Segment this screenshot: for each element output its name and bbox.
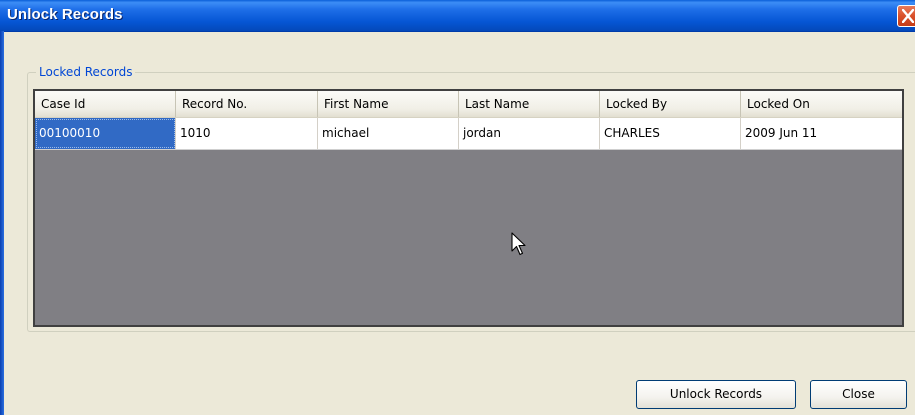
cell-locked-by[interactable]: CHARLES [600, 118, 741, 149]
unlock-records-button[interactable]: Unlock Records [636, 380, 796, 409]
unlock-records-dialog: Unlock Records Locked Records Case Id Re… [0, 0, 915, 415]
mouse-pointer-icon [511, 232, 526, 256]
close-button[interactable]: Close [810, 380, 907, 409]
table-row[interactable]: 00100010 1010 michael jordan CHARLES 200… [35, 118, 902, 150]
grid-header: Case Id Record No. First Name Last Name … [35, 91, 902, 118]
column-header-first-name[interactable]: First Name [318, 91, 459, 117]
column-header-last-name[interactable]: Last Name [459, 91, 600, 117]
cell-locked-on[interactable]: 2009 Jun 11 [741, 118, 902, 149]
window-close-button[interactable] [897, 5, 915, 27]
window-frame-left [0, 31, 4, 415]
cell-first-name[interactable]: michael [318, 118, 459, 149]
cell-record-no[interactable]: 1010 [176, 118, 318, 149]
column-header-locked-by[interactable]: Locked By [600, 91, 741, 117]
cell-last-name[interactable]: jordan [459, 118, 600, 149]
locked-records-grid[interactable]: Case Id Record No. First Name Last Name … [33, 89, 904, 327]
cell-case-id[interactable]: 00100010 [35, 118, 176, 149]
column-header-record-no[interactable]: Record No. [176, 91, 318, 117]
column-header-locked-on[interactable]: Locked On [741, 91, 902, 117]
group-label: Locked Records [36, 64, 136, 80]
column-header-case-id[interactable]: Case Id [35, 91, 176, 117]
window-title: Unlock Records [7, 6, 123, 23]
title-bar[interactable]: Unlock Records [0, 0, 915, 32]
close-icon [902, 9, 914, 23]
